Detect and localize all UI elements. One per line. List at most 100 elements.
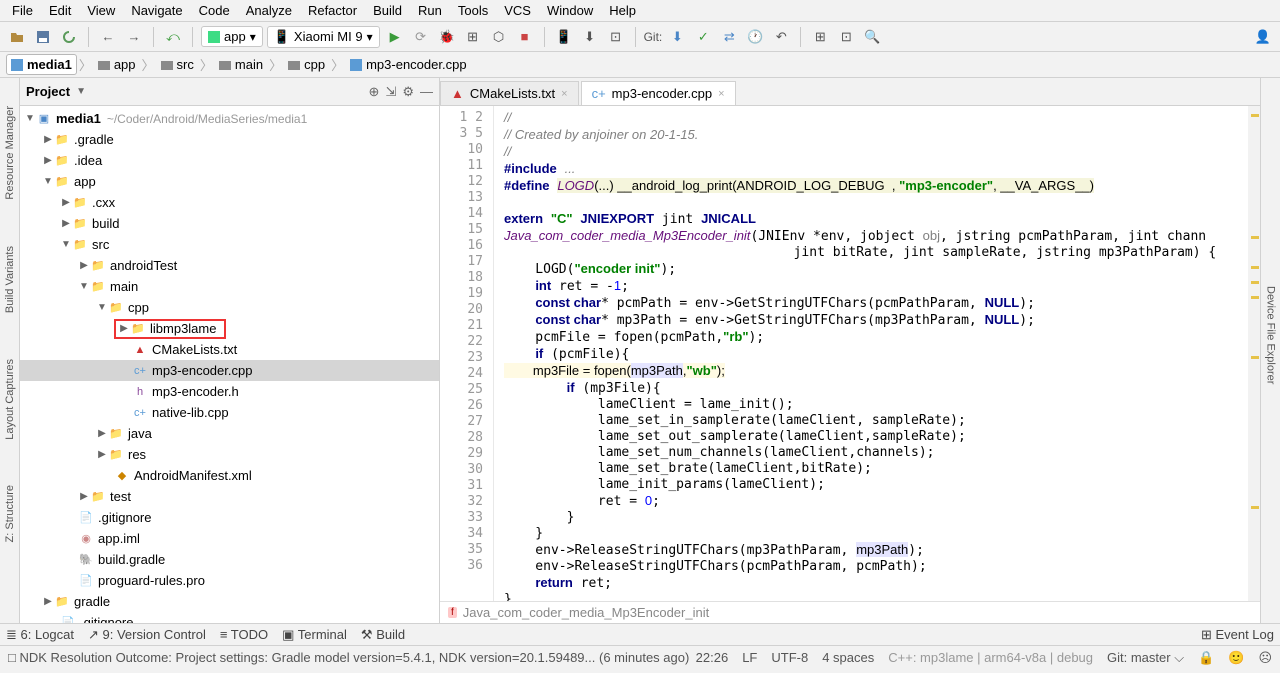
user-icon[interactable]: 👤 <box>1252 26 1274 48</box>
apply-changes-icon[interactable]: ⟳ <box>410 26 432 48</box>
status-git[interactable]: Git: master ⌵ <box>1107 650 1184 666</box>
error-stripe[interactable] <box>1248 106 1260 601</box>
gear-icon[interactable]: ⚙ <box>402 84 414 100</box>
tab-todo[interactable]: ≡ TODO <box>220 627 268 643</box>
menu-edit[interactable]: Edit <box>41 1 79 20</box>
menu-window[interactable]: Window <box>539 1 601 20</box>
tree-cxx[interactable]: ▶📁.cxx <box>20 192 439 213</box>
sync-icon[interactable] <box>58 26 80 48</box>
tree-gitignore2[interactable]: 📄.gitignore <box>20 612 439 623</box>
breadcrumb-cpp[interactable]: cpp <box>284 55 329 74</box>
tab-mp3-encoder[interactable]: c+mp3-encoder.cpp× <box>581 81 736 105</box>
run-icon[interactable]: ▶ <box>384 26 406 48</box>
tree-mp3-encoder-cpp[interactable]: c+mp3-encoder.cpp <box>20 360 439 381</box>
tree-libmp3lame[interactable]: ▶📁libmp3lame <box>20 318 439 339</box>
tab-build[interactable]: ⚒ Build <box>361 627 405 643</box>
menu-view[interactable]: View <box>79 1 123 20</box>
line-gutter[interactable]: 1 2 3 5 10 11 12 13 14 15 16 17 18 19 20… <box>440 106 494 601</box>
menu-vcs[interactable]: VCS <box>496 1 539 20</box>
sad-icon[interactable]: ☹ <box>1258 650 1272 666</box>
smile-icon[interactable]: 🙂 <box>1228 650 1244 666</box>
tree-build[interactable]: ▶📁build <box>20 213 439 234</box>
menu-navigate[interactable]: Navigate <box>123 1 190 20</box>
tab-structure[interactable]: Z: Structure <box>2 477 18 550</box>
tree-idea[interactable]: ▶📁.idea <box>20 150 439 171</box>
avd-icon[interactable]: 📱 <box>553 26 575 48</box>
tab-cmakelists[interactable]: ▲CMakeLists.txt× <box>440 81 579 105</box>
tree-gitignore[interactable]: 📄.gitignore <box>20 507 439 528</box>
breadcrumb-main[interactable]: main <box>215 55 267 74</box>
structure-icon[interactable]: ⊞ <box>809 26 831 48</box>
tab-layout-captures[interactable]: Layout Captures <box>2 351 18 448</box>
breadcrumb-file[interactable]: mp3-encoder.cpp <box>346 55 470 74</box>
tree-cmakelists[interactable]: ▲CMakeLists.txt <box>20 339 439 360</box>
debug-icon[interactable]: 🐞 <box>436 26 458 48</box>
breadcrumb-root[interactable]: media1 <box>6 54 77 75</box>
locate-icon[interactable]: ⊕ <box>369 84 380 100</box>
tree-manifest[interactable]: ◆AndroidManifest.xml <box>20 465 439 486</box>
menu-refactor[interactable]: Refactor <box>300 1 365 20</box>
profile-icon[interactable]: ⊞ <box>462 26 484 48</box>
tree-androidtest[interactable]: ▶📁androidTest <box>20 255 439 276</box>
layout-inspector-icon[interactable]: ⊡ <box>605 26 627 48</box>
breadcrumb-app[interactable]: app <box>94 55 140 74</box>
tree-app-iml[interactable]: ◉app.iml <box>20 528 439 549</box>
git-history-icon[interactable]: 🕐 <box>744 26 766 48</box>
tree-mp3-encoder-h[interactable]: hmp3-encoder.h <box>20 381 439 402</box>
git-diff-icon[interactable]: ⇄ <box>718 26 740 48</box>
tree-test[interactable]: ▶📁test <box>20 486 439 507</box>
tree-gradle2[interactable]: ▶📁gradle <box>20 591 439 612</box>
status-caret-pos[interactable]: 22:26 <box>696 650 729 665</box>
lock-icon[interactable]: 🔒 <box>1198 650 1214 666</box>
tab-terminal[interactable]: ▣ Terminal <box>282 627 347 643</box>
status-context[interactable]: C++: mp3lame | arm64-v8a | debug <box>888 650 1093 665</box>
tab-version-control[interactable]: ↗ 9: Version Control <box>88 627 206 643</box>
menu-code[interactable]: Code <box>191 1 238 20</box>
menu-build[interactable]: Build <box>365 1 410 20</box>
collapse-icon[interactable]: ⇲ <box>385 84 396 100</box>
tree-main[interactable]: ▼📁main <box>20 276 439 297</box>
minimize-icon[interactable]: — <box>420 84 433 100</box>
attach-icon[interactable]: ⬡ <box>488 26 510 48</box>
menu-run[interactable]: Run <box>410 1 450 20</box>
status-line-sep[interactable]: LF <box>742 650 757 665</box>
tab-logcat[interactable]: ≣ 6: Logcat <box>6 627 74 643</box>
status-encoding[interactable]: UTF-8 <box>771 650 808 665</box>
panel-title[interactable]: Project <box>26 84 70 99</box>
tree-build-gradle[interactable]: 🐘build.gradle <box>20 549 439 570</box>
undo-icon[interactable]: ⤺ <box>162 26 184 48</box>
close-icon[interactable]: × <box>718 88 724 100</box>
chevron-down-icon[interactable]: ▼ <box>76 86 86 97</box>
menu-analyze[interactable]: Analyze <box>238 1 300 20</box>
tree-cpp[interactable]: ▼📁cpp <box>20 297 439 318</box>
project-tree[interactable]: ▼▣media1~/Coder/Android/MediaSeries/medi… <box>20 106 439 623</box>
save-icon[interactable] <box>32 26 54 48</box>
run-config-combo[interactable]: app ▾ <box>201 26 263 47</box>
git-update-icon[interactable]: ⬇ <box>666 26 688 48</box>
menu-tools[interactable]: Tools <box>450 1 496 20</box>
search-icon[interactable]: 🔍 <box>861 26 883 48</box>
sdk-icon[interactable]: ⬇ <box>579 26 601 48</box>
tab-device-file-explorer[interactable]: Device File Explorer <box>1263 278 1279 392</box>
stop-icon[interactable]: ■ <box>514 26 536 48</box>
git-commit-icon[interactable]: ✓ <box>692 26 714 48</box>
current-function[interactable]: Java_com_coder_media_Mp3Encoder_init <box>463 605 709 620</box>
menu-help[interactable]: Help <box>601 1 644 20</box>
tree-java[interactable]: ▶📁java <box>20 423 439 444</box>
tree-src[interactable]: ▼📁src <box>20 234 439 255</box>
git-rollback-icon[interactable]: ↶ <box>770 26 792 48</box>
close-icon[interactable]: × <box>561 88 567 100</box>
tree-res[interactable]: ▶📁res <box>20 444 439 465</box>
tab-build-variants[interactable]: Build Variants <box>2 238 18 321</box>
tree-gradle[interactable]: ▶📁.gradle <box>20 129 439 150</box>
new-window-icon[interactable]: ⊡ <box>835 26 857 48</box>
tree-native-lib[interactable]: c+native-lib.cpp <box>20 402 439 423</box>
tree-app[interactable]: ▼📁app <box>20 171 439 192</box>
tree-root[interactable]: ▼▣media1~/Coder/Android/MediaSeries/medi… <box>20 108 439 129</box>
tab-resource-manager[interactable]: Resource Manager <box>2 98 18 208</box>
menu-file[interactable]: File <box>4 1 41 20</box>
code-editor[interactable]: // // Created by anjoiner on 20-1-15. //… <box>494 106 1260 601</box>
tree-proguard[interactable]: 📄proguard-rules.pro <box>20 570 439 591</box>
breadcrumb-src[interactable]: src <box>157 55 198 74</box>
open-icon[interactable] <box>6 26 28 48</box>
